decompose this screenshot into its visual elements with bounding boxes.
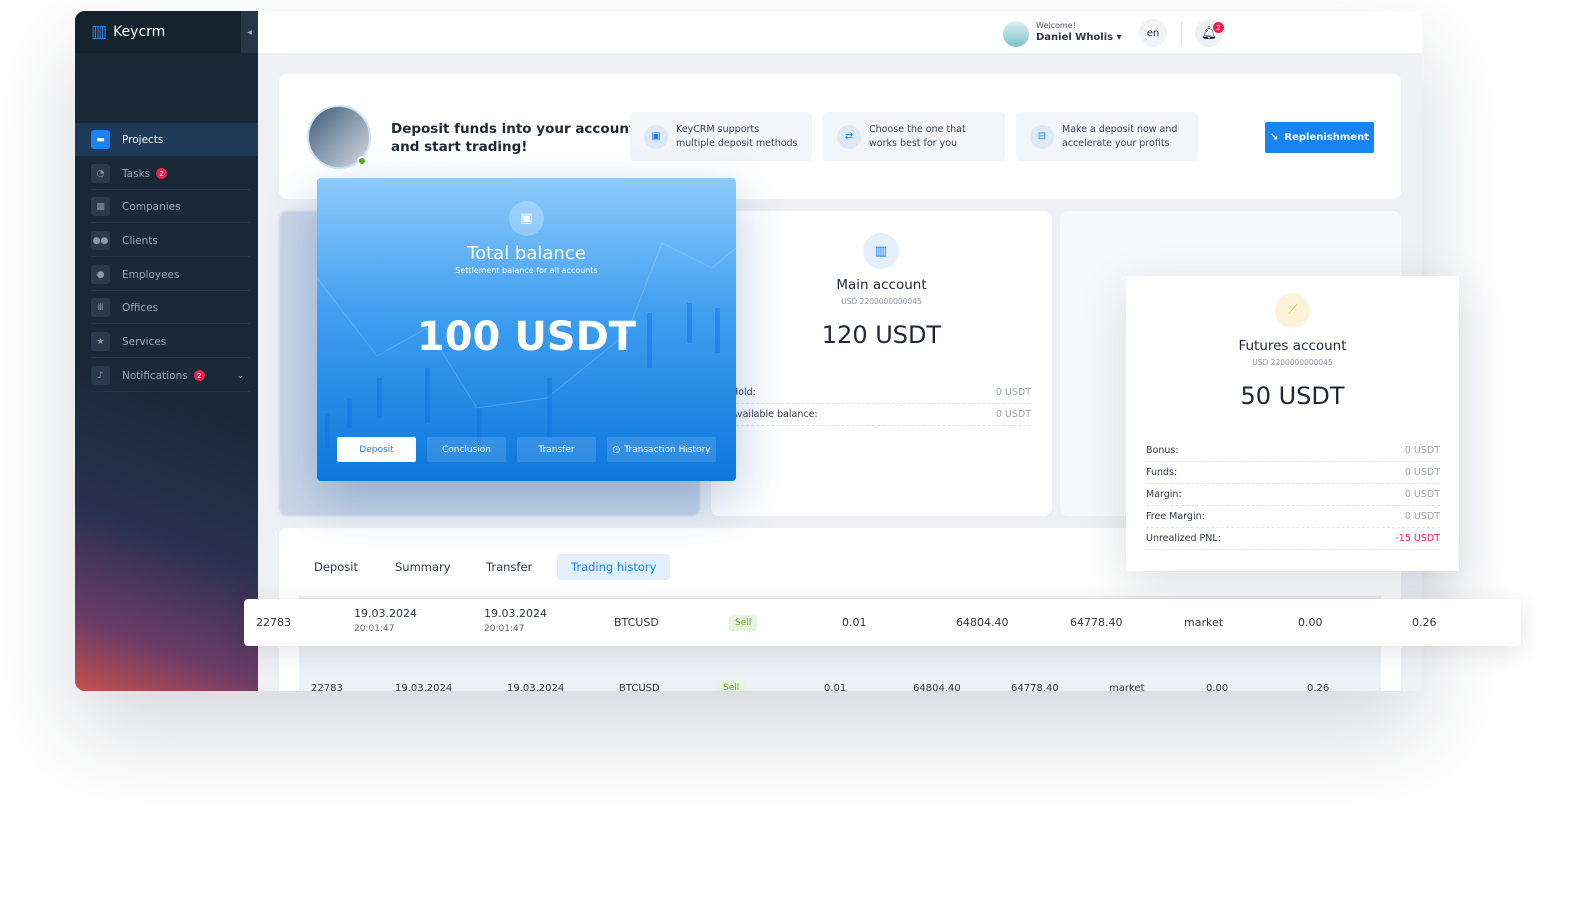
deposit-icon: ⊟ xyxy=(1030,124,1054,149)
tab-deposit[interactable]: Deposit xyxy=(300,554,372,580)
wallet-icon: ▣ xyxy=(509,201,544,236)
exchange-icon: ⇄ xyxy=(837,124,861,149)
main-account-card: ▥ Main account USD 2200000000045 120 USD… xyxy=(711,211,1052,516)
feature-deposit-methods: ▣ KeyCRM supports multiple deposit methods xyxy=(630,112,812,161)
futures-account-card: ⟋ Futures account USD 2200000000045 50 U… xyxy=(1126,276,1459,571)
banner-title: Deposit funds into your account and start… xyxy=(391,121,636,155)
users-icon: ●● xyxy=(91,231,110,250)
sidebar: ▥ Keycrm ◀ ▬ Projects ◔ Tasks 2 ▦ Companies ●… xyxy=(75,11,258,691)
sidebar-item-projects[interactable]: ▬ Projects xyxy=(75,123,258,156)
tab-summary[interactable]: Summary xyxy=(381,554,465,580)
feature-accelerate: ⊟ Make a deposit now and accelerate your p… xyxy=(1016,112,1198,161)
side-badge: Sell xyxy=(729,614,758,631)
tab-trading-history[interactable]: Trading history xyxy=(557,554,671,580)
sidebar-item-employees[interactable]: ● Employees xyxy=(75,258,258,291)
stopwatch-icon: ◔ xyxy=(91,164,110,183)
logo: ▥ Keycrm xyxy=(75,11,241,53)
divider xyxy=(1181,21,1182,45)
language-button[interactable]: en xyxy=(1139,19,1167,47)
sidebar-item-companies[interactable]: ▦ Companies xyxy=(75,190,258,223)
sidebar-item-offices[interactable]: Ⅲ Offices xyxy=(75,291,258,324)
sidebar-item-services[interactable]: ★ Services xyxy=(75,325,258,358)
topbar: Welcome! Daniel Wholis ▾ en 🔔︎ 2 xyxy=(258,11,1422,53)
bank-icon: Ⅲ xyxy=(91,298,110,317)
side-badge: Sell xyxy=(717,680,746,691)
total-balance-card: ▣ Total balance Settlement balance for a… xyxy=(317,178,736,481)
briefcase-icon: ▬ xyxy=(91,130,110,149)
sidebar-item-notifications[interactable]: ♪ Notifications 2 ⌄ xyxy=(75,359,258,392)
replenishment-button[interactable]: ↘ Replenishment xyxy=(1265,122,1374,153)
tab-transfer[interactable]: Transfer xyxy=(472,554,546,580)
transfer-button[interactable]: Transfer xyxy=(517,437,596,462)
line-chart-icon: ⟋ xyxy=(1275,293,1310,328)
sidebar-item-clients[interactable]: ●● Clients xyxy=(75,224,258,257)
wallet-icon: ▣ xyxy=(644,124,668,149)
table-row[interactable]: 22783 19.03.2024 19.03.2024 BTCUSD Sell … xyxy=(299,668,1379,691)
bell-icon: ♪ xyxy=(91,366,110,385)
sidebar-collapse-button[interactable]: ◀ xyxy=(241,11,258,53)
conclusion-button[interactable]: Conclusion xyxy=(427,437,506,462)
deposit-button[interactable]: Deposit xyxy=(337,437,416,462)
star-icon: ★ xyxy=(91,332,110,351)
history-icon: ◷ xyxy=(612,444,621,455)
logo-icon: ▥ xyxy=(91,22,108,42)
futures-details: Bonus: 0 USDT Funds: 0 USDT Margin: 0 USDT … xyxy=(1146,440,1440,550)
sidebar-item-tasks[interactable]: ◔ Tasks 2 xyxy=(75,157,258,190)
notifications-button[interactable]: 🔔︎ 2 xyxy=(1195,19,1224,47)
feature-choose: ⇄ Choose the one that works best for you xyxy=(823,112,1005,161)
user-menu[interactable]: Daniel Wholis ▾ xyxy=(1036,32,1122,43)
user-avatar[interactable] xyxy=(1003,21,1029,47)
welcome-text: Welcome! xyxy=(1036,21,1076,30)
main-account-details: Hold: 0 USDT Available balance: 0 USDT xyxy=(731,382,1031,426)
table-row-highlighted[interactable]: 22783 19.03.2024 20:01:47 19.03.2024 20:… xyxy=(244,599,1521,646)
tasks-badge: 2 xyxy=(156,168,168,179)
online-indicator xyxy=(357,156,367,166)
arrow-icon: ↘ xyxy=(1270,132,1279,143)
notifications-badge: 2 xyxy=(193,370,205,381)
transaction-history-button[interactable]: ◷ Transaction History xyxy=(607,437,716,462)
user-icon: ● xyxy=(91,265,110,284)
chevron-down-icon: ⌄ xyxy=(236,370,244,381)
building-icon: ▦ xyxy=(91,197,110,216)
bar-chart-icon: ▥ xyxy=(863,233,899,269)
